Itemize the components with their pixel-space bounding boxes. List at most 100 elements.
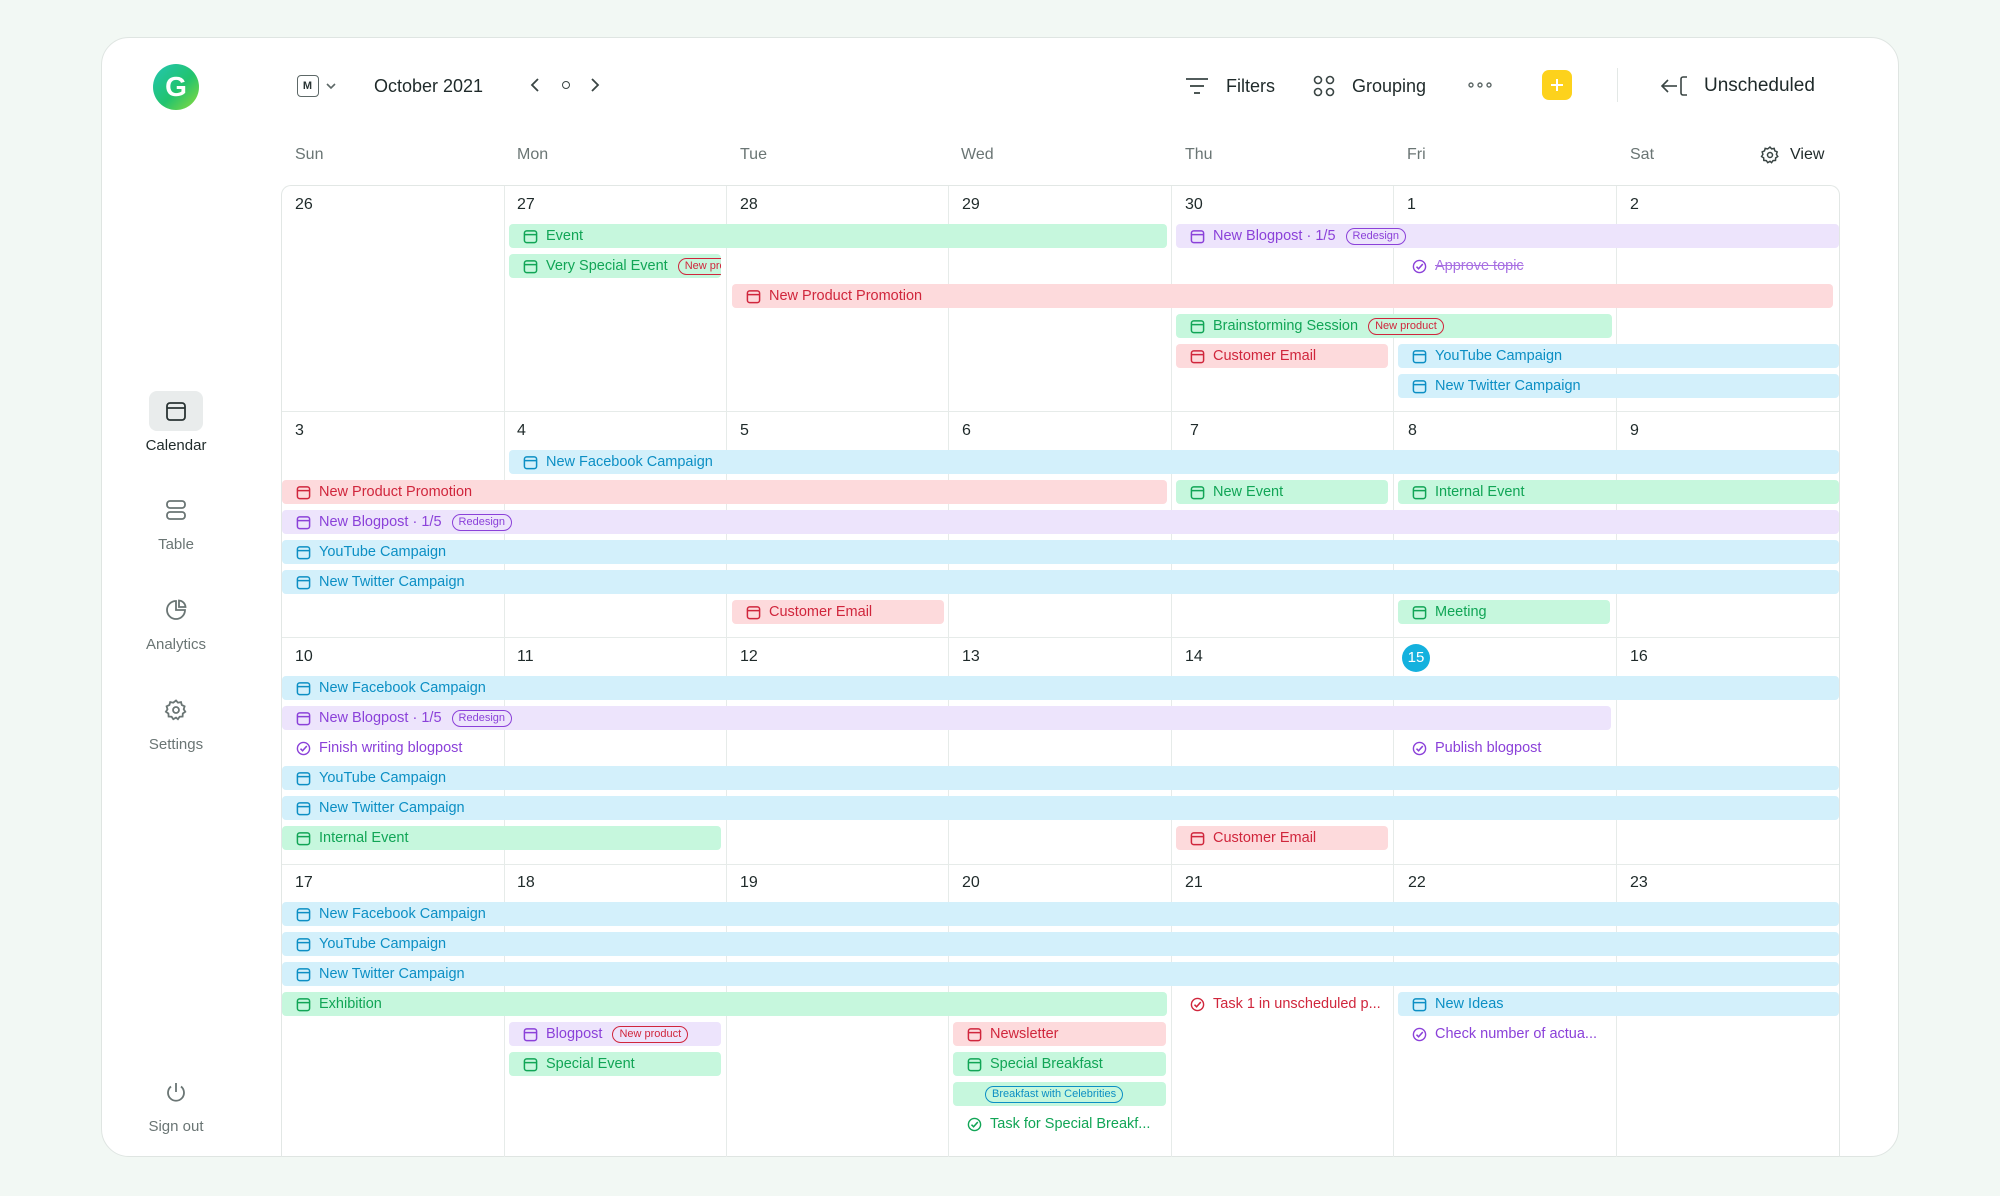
app-logo[interactable]: G: [153, 64, 199, 110]
grouping-button[interactable]: Grouping: [1313, 72, 1433, 100]
task-item[interactable]: Approve topic: [1398, 254, 1598, 278]
calendar-event[interactable]: New Event: [1176, 480, 1388, 504]
calendar-event[interactable]: New Ideas: [1398, 992, 1839, 1016]
day-number[interactable]: 9: [1630, 422, 1639, 440]
calendar-event[interactable]: New Facebook Campaign: [282, 902, 1839, 926]
calendar-event[interactable]: Newsletter: [953, 1022, 1166, 1046]
calendar-event[interactable]: Exhibition: [282, 992, 1167, 1016]
calendar-event[interactable]: Special Breakfast: [953, 1052, 1166, 1076]
calendar-event[interactable]: Customer Email: [1176, 826, 1388, 850]
day-number[interactable]: 27: [517, 196, 535, 214]
calendar-event-icon: [967, 1057, 982, 1071]
calendar-event[interactable]: Customer Email: [732, 600, 944, 624]
calendar-event-icon: [1412, 379, 1427, 393]
chevron-left-icon[interactable]: [524, 74, 546, 96]
calendar-event[interactable]: YouTube Campaign: [1398, 344, 1839, 368]
filters-button[interactable]: Filters: [1184, 72, 1284, 100]
calendar-event[interactable]: Internal Event: [1398, 480, 1839, 504]
day-number[interactable]: 7: [1190, 422, 1199, 440]
add-button[interactable]: [1542, 70, 1572, 100]
calendar-event-icon: [1412, 349, 1427, 363]
calendar-event-icon: [296, 997, 311, 1011]
calendar-event-icon: [523, 455, 538, 469]
more-options-icon[interactable]: [1465, 74, 1495, 96]
calendar-event[interactable]: New Blogpost · 1/5 Redesign: [1176, 224, 1839, 248]
day-number[interactable]: 21: [1185, 874, 1203, 892]
calendar-event[interactable]: New Product Promotion: [732, 284, 1833, 308]
sidebar-item-table[interactable]: Table: [130, 490, 222, 553]
chevron-right-icon[interactable]: [584, 74, 606, 96]
day-number[interactable]: 12: [740, 648, 758, 666]
calendar-event[interactable]: Customer Email: [1176, 344, 1388, 368]
calendar-event[interactable]: YouTube Campaign: [282, 766, 1839, 790]
event-tag: Redesign: [1345, 227, 1406, 245]
calendar-event-icon: [1412, 997, 1427, 1011]
calendar-event[interactable]: Very Special Event New product: [509, 254, 721, 278]
day-number[interactable]: 2: [1630, 196, 1639, 214]
day-number[interactable]: 16: [1630, 648, 1648, 666]
unscheduled-button[interactable]: Unscheduled: [1660, 72, 1840, 100]
calendar-event[interactable]: New Twitter Campaign: [282, 570, 1839, 594]
day-number[interactable]: 17: [295, 874, 313, 892]
calendar-event[interactable]: New Facebook Campaign: [509, 450, 1839, 474]
day-number[interactable]: 10: [295, 648, 313, 666]
calendar-event[interactable]: Blogpost New product: [509, 1022, 721, 1046]
calendar-event-icon: [296, 711, 311, 725]
task-item[interactable]: Task for Special Breakf...: [953, 1112, 1168, 1136]
calendar-event[interactable]: New Facebook Campaign: [282, 676, 1839, 700]
calendar-event[interactable]: New Twitter Campaign: [1398, 374, 1839, 398]
day-number[interactable]: 28: [740, 196, 758, 214]
calendar-event[interactable]: New Twitter Campaign: [282, 796, 1839, 820]
view-settings-button[interactable]: View: [1760, 142, 1830, 168]
calendar-event[interactable]: Special Event: [509, 1052, 721, 1076]
calendar-event-icon: [1412, 605, 1427, 619]
today-dot-button[interactable]: [555, 74, 577, 96]
sidebar-item-settings[interactable]: Settings: [130, 690, 222, 753]
calendar-event[interactable]: Meeting: [1398, 600, 1610, 624]
day-number[interactable]: 1: [1407, 196, 1416, 214]
day-number[interactable]: 4: [517, 422, 526, 440]
sidebar-item-analytics[interactable]: Analytics: [130, 590, 222, 653]
calendar-event[interactable]: Brainstorming Session New product: [1176, 314, 1612, 338]
today-day-number[interactable]: 15: [1402, 644, 1430, 672]
day-number[interactable]: 11: [517, 648, 534, 666]
calendar-event[interactable]: Internal Event: [282, 826, 721, 850]
task-item[interactable]: Publish blogpost: [1398, 736, 1638, 760]
filter-icon: [1186, 78, 1208, 94]
calendar-event[interactable]: YouTube Campaign: [282, 932, 1839, 956]
day-number[interactable]: 26: [295, 196, 313, 214]
day-number[interactable]: 8: [1408, 422, 1417, 440]
day-number[interactable]: 23: [1630, 874, 1648, 892]
day-number[interactable]: 20: [962, 874, 980, 892]
day-number[interactable]: 5: [740, 422, 749, 440]
day-number[interactable]: 14: [1185, 648, 1203, 666]
day-number[interactable]: 13: [962, 648, 980, 666]
day-number[interactable]: 6: [962, 422, 971, 440]
calendar-event-tag-row[interactable]: Breakfast with Celebrities: [953, 1082, 1166, 1106]
day-number[interactable]: 30: [1185, 196, 1203, 214]
calendar-event[interactable]: New Twitter Campaign: [282, 962, 1839, 986]
view-mode-dropdown[interactable]: M: [293, 73, 339, 99]
day-name-mon: Mon: [517, 146, 549, 163]
task-check-icon: [1412, 741, 1427, 755]
sidebar-item-calendar[interactable]: Calendar: [130, 391, 222, 454]
day-number[interactable]: 29: [962, 196, 980, 214]
sign-out-button[interactable]: Sign out: [130, 1072, 222, 1135]
day-number[interactable]: 22: [1408, 874, 1426, 892]
day-number[interactable]: 3: [295, 422, 304, 440]
calendar-event[interactable]: New Product Promotion: [282, 480, 1167, 504]
grid-divider: [1171, 186, 1172, 1157]
day-number[interactable]: 18: [517, 874, 535, 892]
event-title: YouTube Campaign: [319, 770, 447, 786]
calendar-event[interactable]: Event: [509, 224, 1167, 248]
event-title: Approve topic: [1435, 258, 1524, 274]
task-item[interactable]: Task 1 in unscheduled p...: [1176, 992, 1390, 1016]
task-item[interactable]: Finish writing blogpost: [282, 736, 582, 760]
calendar-event[interactable]: New Blogpost · 1/5 Redesign: [282, 510, 1839, 534]
calendar-event[interactable]: New Blogpost · 1/5 Redesign: [282, 706, 1611, 730]
task-item[interactable]: Check number of actua...: [1398, 1022, 1612, 1046]
day-number[interactable]: 19: [740, 874, 758, 892]
event-title: Task for Special Breakf...: [990, 1116, 1151, 1132]
day-name-wed: Wed: [961, 146, 994, 163]
calendar-event[interactable]: YouTube Campaign: [282, 540, 1839, 564]
